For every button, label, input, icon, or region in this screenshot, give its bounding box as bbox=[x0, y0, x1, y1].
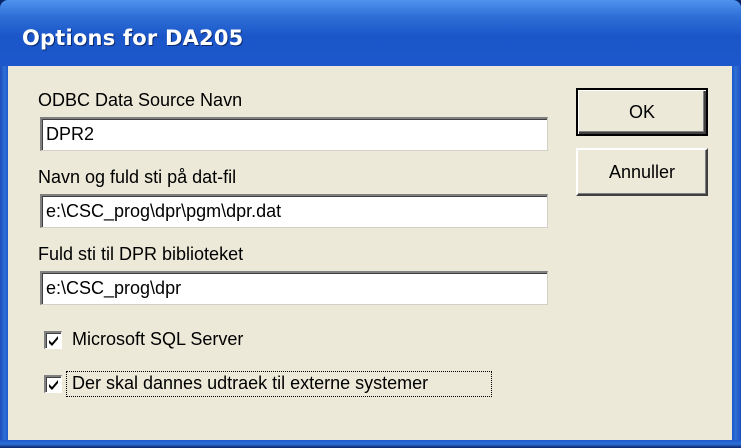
window-frame-bottom bbox=[0, 440, 741, 448]
odbc-source-input[interactable]: DPR2 bbox=[40, 117, 548, 151]
sql-server-checkbox[interactable] bbox=[44, 331, 62, 349]
title-bar[interactable]: Options for DA205 bbox=[0, 0, 741, 66]
options-dialog: Options for DA205 ODBC Data Source Navn … bbox=[0, 0, 741, 448]
ok-button[interactable]: OK bbox=[576, 88, 708, 136]
window-frame-right bbox=[732, 66, 741, 448]
cancel-button[interactable]: Annuller bbox=[576, 148, 708, 196]
odbc-source-label: ODBC Data Source Navn bbox=[38, 90, 243, 110]
dpr-library-path-label: Fuld sti til DPR biblioteket bbox=[38, 244, 244, 264]
window-title: Options for DA205 bbox=[22, 26, 244, 50]
window-frame-left bbox=[0, 66, 8, 448]
external-export-checkbox[interactable] bbox=[44, 375, 62, 393]
checkmark-icon bbox=[49, 380, 58, 390]
dat-file-path-label: Navn og fuld sti på dat-fil bbox=[38, 167, 237, 187]
focus-indicator bbox=[66, 371, 492, 397]
checkmark-icon bbox=[49, 336, 58, 346]
dpr-library-path-input[interactable]: e:\CSC_prog\dpr bbox=[40, 271, 548, 305]
dat-file-path-input[interactable]: e:\CSC_prog\dpr\pgm\dpr.dat bbox=[40, 194, 548, 228]
sql-server-checkbox-label[interactable]: Microsoft SQL Server bbox=[72, 329, 243, 350]
